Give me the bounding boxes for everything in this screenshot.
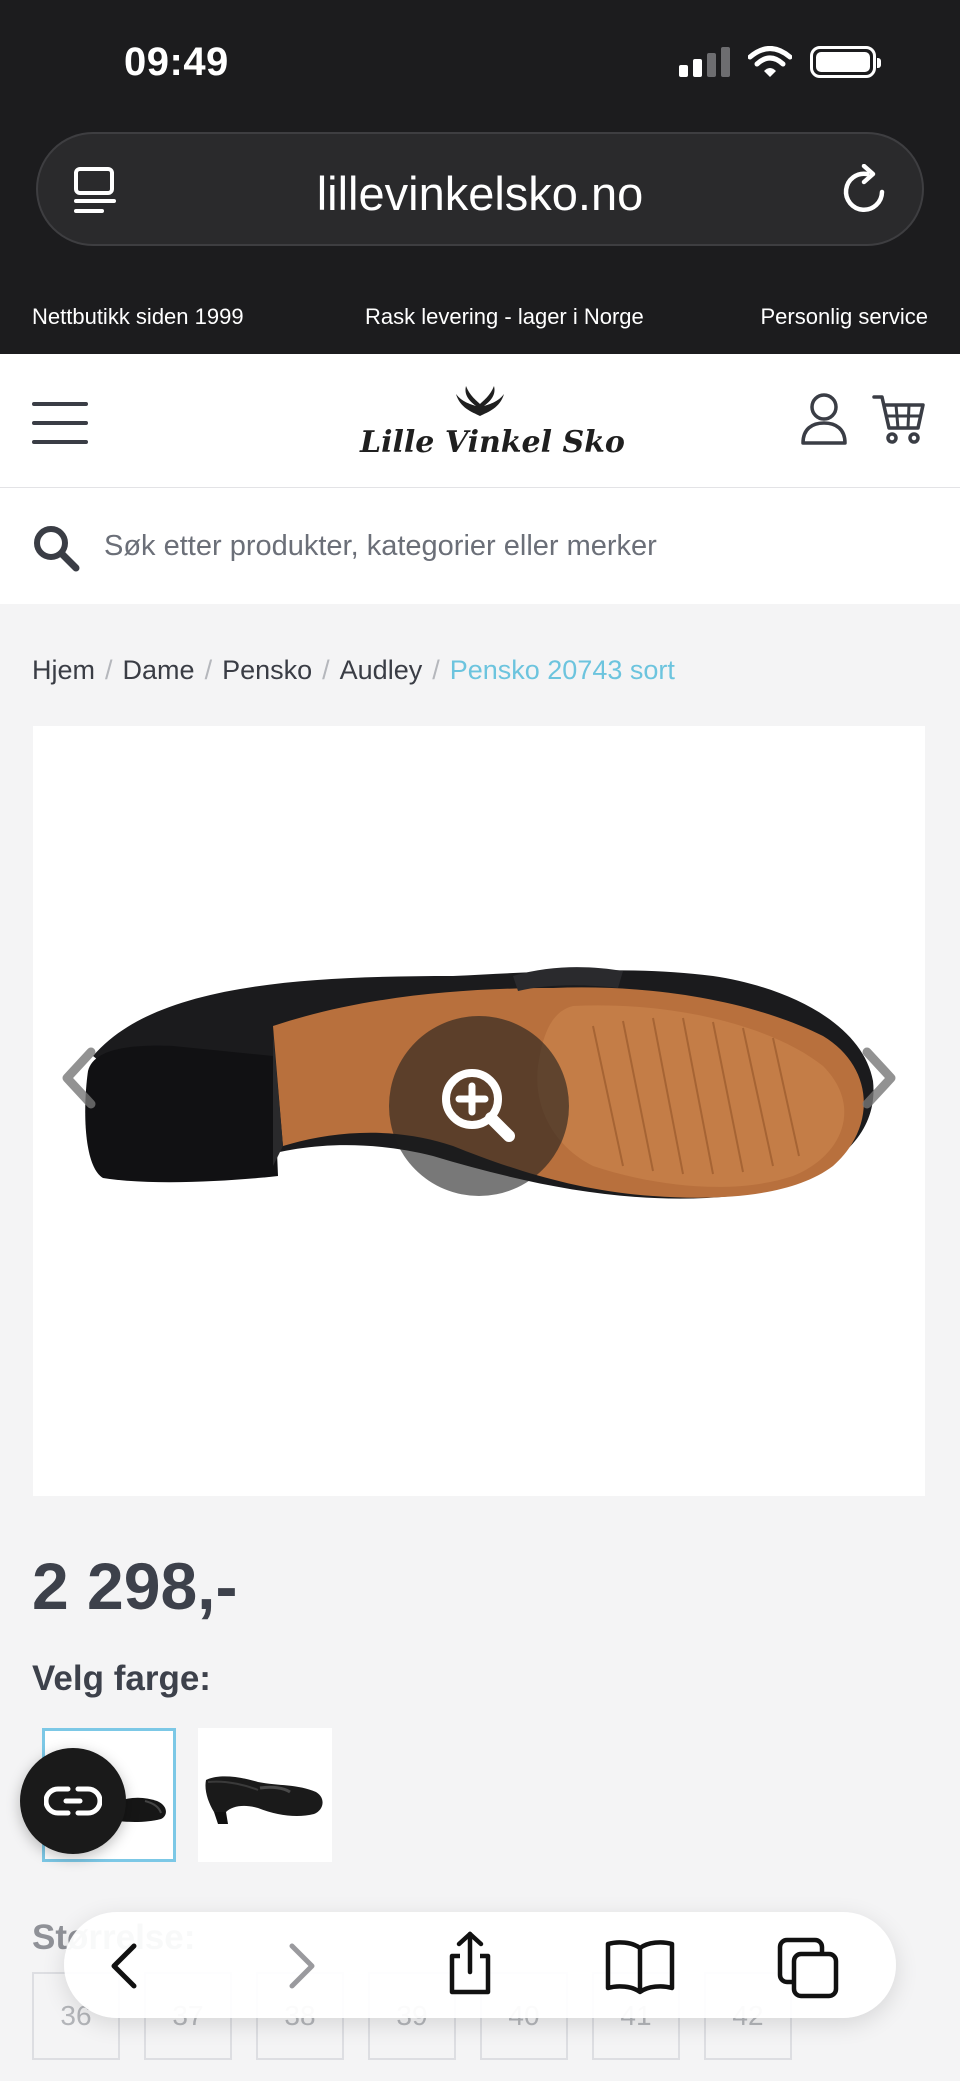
info-item-since: Nettbutikk siden 1999 [32,304,244,329]
bookmarks-icon[interactable] [604,1936,676,1996]
status-icons [679,46,881,78]
search-input[interactable]: Søk etter produkter, kategorier eller me… [104,530,657,563]
info-item-service: Personlig service [760,304,928,329]
info-strip: Nettbutikk siden 1999 Rask levering - la… [0,290,960,354]
logo[interactable]: Lille Vinkel Sko [360,382,625,460]
product-image-gallery[interactable] [33,726,925,1496]
signal-icon [679,47,730,77]
search-icon [34,526,80,572]
color-swatch-black[interactable] [198,1728,332,1862]
info-item-delivery: Rask levering - lager i Norge [365,304,644,329]
reload-icon[interactable] [840,164,890,216]
breadcrumb-separator: / [432,655,440,685]
breadcrumb-pensko[interactable]: Pensko [222,655,312,686]
zoom-in-icon [442,1069,515,1142]
breadcrumb-separator: / [322,655,330,685]
chat-button[interactable] [20,1748,126,1854]
cart-icon[interactable] [872,392,926,446]
battery-icon [810,46,881,78]
forward-icon[interactable] [270,1936,330,1996]
browser-toolbar [64,1912,896,2018]
color-label: Velg farge: [32,1659,211,1698]
back-icon[interactable] [96,1936,156,1996]
chevron-right-icon[interactable] [857,1046,901,1110]
logo-text: Lille Vinkel Sko [360,425,625,460]
search-bar[interactable]: Søk etter produkter, kategorier eller me… [0,488,960,604]
shoe-thumbnail [205,1776,323,1824]
zoom-button[interactable] [389,1016,569,1196]
breadcrumb-current: Pensko 20743 sort [449,655,675,685]
breadcrumb-audley[interactable]: Audley [340,655,423,686]
breadcrumb-home[interactable]: Hjem [32,655,95,686]
share-icon[interactable] [440,1930,500,1998]
account-icon[interactable] [800,392,848,446]
product-price: 2 298,- [32,1549,238,1623]
menu-icon[interactable] [32,402,88,444]
antlers-icon [456,386,504,416]
site-header: Lille Vinkel Sko [0,354,960,488]
breadcrumb-dame[interactable]: Dame [123,655,195,686]
tabs-icon[interactable] [776,1936,842,2000]
status-time: 09:49 [124,40,229,84]
wifi-icon [748,46,792,77]
chat-link-icon [44,1786,102,1816]
breadcrumb: Hjem / Dame / Pensko / Audley / Pensko 2… [32,655,675,686]
chevron-left-icon[interactable] [57,1046,101,1110]
url-text[interactable]: lillevinkelsko.no [38,166,922,221]
breadcrumb-separator: / [105,655,113,685]
address-bar[interactable]: lillevinkelsko.no [36,132,924,246]
browser-chrome: 09:49 lillevinkelsko.no [0,0,960,290]
breadcrumb-separator: / [204,655,213,685]
